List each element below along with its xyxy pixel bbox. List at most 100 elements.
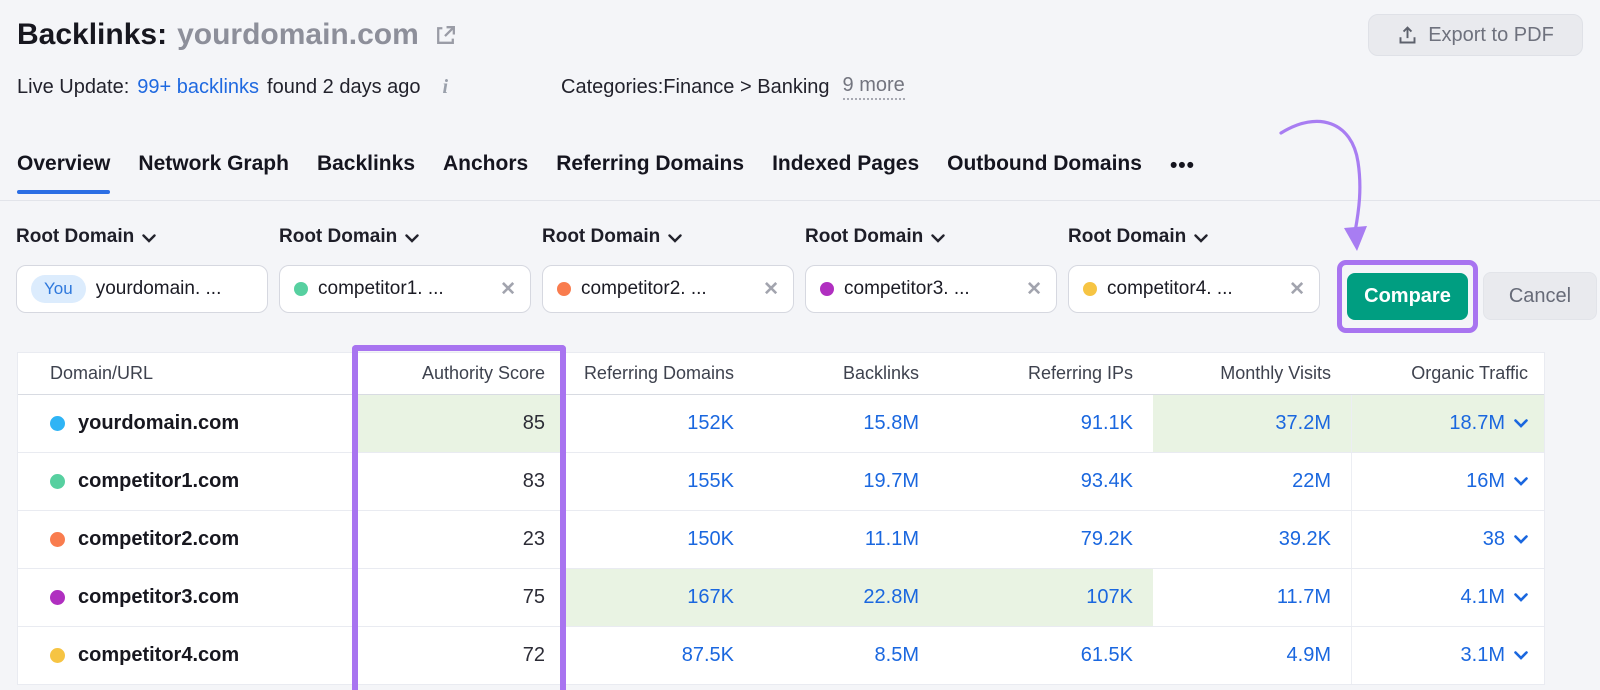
page-title-label: Backlinks: [17, 18, 168, 51]
backlinks-link[interactable]: 19.7M [863, 470, 919, 493]
tab-outbound-domains[interactable]: Outbound Domains [947, 152, 1142, 194]
compare-button[interactable]: Compare [1347, 273, 1468, 320]
tab-indexed-pages[interactable]: Indexed Pages [772, 152, 919, 194]
categories-line: Categories: Finance > Banking 9 more [561, 73, 905, 101]
backlinks-link[interactable]: 8.5M [875, 644, 919, 667]
root-domain-label: Root Domain [279, 226, 398, 247]
domain-chip-you[interactable]: You yourdomain. ... [16, 265, 268, 313]
backlinks-count-link[interactable]: 99+ backlinks [137, 76, 259, 99]
authority-score-value: 83 [522, 470, 545, 492]
domain-name: yourdomain.com [78, 412, 240, 434]
referring-domains-link[interactable]: 167K [687, 586, 734, 609]
filter-slot-competitor2: Root Domain competitor2. ... ✕ [542, 226, 794, 313]
authority-score-value: 23 [522, 528, 545, 550]
authority-score-value: 72 [522, 644, 545, 666]
chevron-down-icon [405, 234, 419, 243]
authority-score-value: 75 [522, 586, 545, 608]
backlinks-link[interactable]: 11.1M [865, 528, 919, 551]
domain-name: competitor2.com [78, 528, 240, 550]
chevron-down-icon [1194, 234, 1208, 243]
table-row-competitor1: competitor1.com 83 155K 19.7M 93.4K 22M … [18, 453, 1544, 511]
tab-backlinks[interactable]: Backlinks [317, 152, 415, 194]
domain-chip-competitor1[interactable]: competitor1. ... ✕ [279, 265, 531, 313]
tab-overview[interactable]: Overview [17, 152, 111, 194]
root-domain-dropdown[interactable]: Root Domain [279, 226, 531, 248]
root-domain-dropdown[interactable]: Root Domain [1068, 226, 1320, 248]
report-tabs: Overview Network Graph Backlinks Anchors… [17, 152, 1195, 194]
tab-network-graph[interactable]: Network Graph [138, 152, 289, 194]
organic-traffic-link[interactable]: 3.1M [1461, 644, 1505, 667]
categories-value: Finance > Banking [663, 75, 830, 98]
expand-chevron-icon[interactable] [1514, 593, 1528, 602]
expand-chevron-icon[interactable] [1514, 477, 1528, 486]
column-header-monthly-visits: Monthly Visits [1220, 363, 1331, 383]
more-tabs-icon[interactable]: ••• [1170, 152, 1195, 178]
competitor4-dot-icon [50, 648, 65, 663]
domain-chip-competitor3[interactable]: competitor3. ... ✕ [805, 265, 1057, 313]
organic-traffic-link[interactable]: 16M [1466, 470, 1505, 493]
referring-ips-link[interactable]: 61.5K [1081, 644, 1133, 667]
remove-chip-icon[interactable]: ✕ [1026, 280, 1042, 299]
yourdomain-dot-icon [50, 416, 65, 431]
you-badge: You [31, 275, 86, 303]
filter-slot-competitor1: Root Domain competitor1. ... ✕ [279, 226, 531, 313]
tab-anchors[interactable]: Anchors [443, 152, 528, 194]
competitor3-dot-icon [820, 282, 834, 296]
table-row-competitor4: competitor4.com 72 87.5K 8.5M 61.5K 4.9M… [18, 627, 1544, 685]
column-header-authority-score: Authority Score [421, 363, 545, 383]
referring-domains-link[interactable]: 155K [687, 470, 734, 493]
domain-name: competitor1.com [78, 470, 240, 492]
remove-chip-icon[interactable]: ✕ [1289, 280, 1305, 299]
domain-chip-text: competitor4. ... [1107, 278, 1233, 299]
categories-more-link[interactable]: 9 more [842, 74, 905, 100]
live-update-line: Live Update: 99+ backlinks found 2 days … [17, 73, 448, 101]
expand-chevron-icon[interactable] [1514, 419, 1528, 428]
expand-chevron-icon[interactable] [1514, 535, 1528, 544]
domain-chip-competitor2[interactable]: competitor2. ... ✕ [542, 265, 794, 313]
expand-chevron-icon[interactable] [1514, 651, 1528, 660]
monthly-visits-link[interactable]: 37.2M [1275, 412, 1331, 435]
live-update-label: Live Update: [17, 75, 130, 98]
domain-chip-text: yourdomain. ... [95, 278, 222, 299]
monthly-visits-link[interactable]: 22M [1292, 470, 1331, 493]
monthly-visits-link[interactable]: 11.7M [1277, 586, 1331, 609]
root-domain-dropdown[interactable]: Root Domain [16, 226, 268, 248]
tab-referring-domains[interactable]: Referring Domains [556, 152, 744, 194]
compare-highlight-box: Compare [1337, 260, 1478, 333]
table-row-competitor3: competitor3.com 75 167K 22.8M 107K 11.7M… [18, 569, 1544, 627]
organic-traffic-link[interactable]: 4.1M [1461, 586, 1505, 609]
competitor1-dot-icon [50, 474, 65, 489]
referring-ips-link[interactable]: 79.2K [1081, 528, 1133, 551]
backlinks-link[interactable]: 22.8M [863, 586, 919, 609]
domain-name: competitor4.com [78, 644, 240, 666]
monthly-visits-link[interactable]: 39.2K [1279, 528, 1331, 551]
root-domain-label: Root Domain [805, 226, 924, 247]
root-domain-label: Root Domain [16, 226, 135, 247]
organic-traffic-link[interactable]: 18.7M [1449, 412, 1505, 435]
info-icon[interactable]: i [443, 76, 449, 99]
root-domain-dropdown[interactable]: Root Domain [805, 226, 1057, 248]
filter-slot-competitor3: Root Domain competitor3. ... ✕ [805, 226, 1057, 313]
cancel-button[interactable]: Cancel [1483, 272, 1597, 320]
root-domain-dropdown[interactable]: Root Domain [542, 226, 794, 248]
chevron-down-icon [668, 234, 682, 243]
page-title-domain: yourdomain.com [177, 18, 419, 51]
referring-ips-link[interactable]: 93.4K [1081, 470, 1133, 493]
export-to-pdf-button[interactable]: Export to PDF [1368, 14, 1583, 56]
remove-chip-icon[interactable]: ✕ [763, 280, 779, 299]
referring-domains-link[interactable]: 150K [687, 528, 734, 551]
competitor2-dot-icon [557, 282, 571, 296]
domain-chip-text: competitor1. ... [318, 278, 444, 299]
referring-domains-link[interactable]: 87.5K [682, 644, 734, 667]
referring-ips-link[interactable]: 91.1K [1081, 412, 1133, 435]
backlinks-link[interactable]: 15.8M [863, 412, 919, 435]
external-link-icon[interactable] [433, 23, 458, 48]
monthly-visits-link[interactable]: 4.9M [1287, 644, 1331, 667]
referring-ips-link[interactable]: 107K [1086, 586, 1133, 609]
column-header-backlinks: Backlinks [842, 363, 919, 383]
chevron-down-icon [931, 234, 945, 243]
organic-traffic-link[interactable]: 38 [1483, 528, 1505, 551]
remove-chip-icon[interactable]: ✕ [500, 280, 516, 299]
domain-chip-competitor4[interactable]: competitor4. ... ✕ [1068, 265, 1320, 313]
referring-domains-link[interactable]: 152K [687, 412, 734, 435]
